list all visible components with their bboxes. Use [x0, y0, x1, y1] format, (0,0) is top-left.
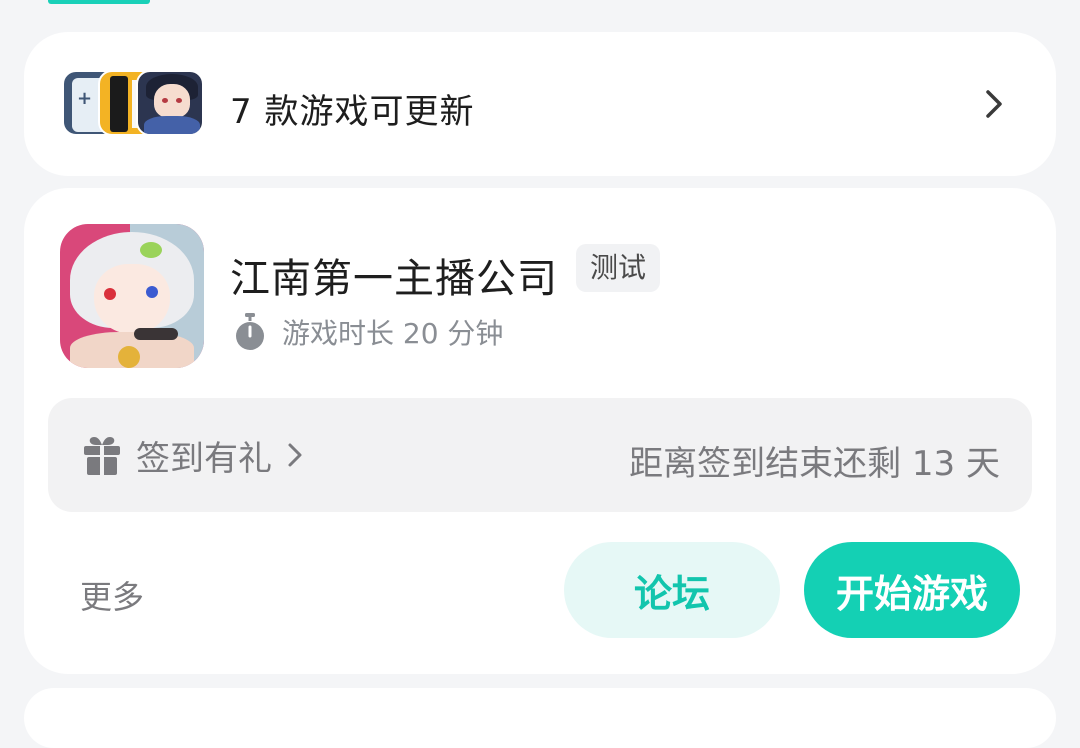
game-icon[interactable] [60, 224, 204, 368]
start-game-button[interactable]: 开始游戏 [804, 542, 1020, 638]
signin-label: 签到有礼 [136, 438, 272, 479]
update-card[interactable]: + 7 款游戏可更新 [24, 32, 1056, 176]
update-thumbnails: + [62, 70, 204, 138]
timer-icon [236, 313, 264, 350]
forum-button[interactable]: 论坛 [564, 542, 780, 638]
more-link[interactable]: 更多 [80, 572, 144, 618]
playtime-row: 游戏时长 20 分钟 [232, 312, 503, 352]
signin-link[interactable]: 签到有礼 [82, 432, 304, 479]
tab-indicator [48, 0, 150, 4]
test-badge: 测试 [576, 244, 661, 292]
game-card: 江南第一主播公司 测试 游戏时长 20 分钟 签到有礼 距离签到结束还剩 13 … [24, 188, 1056, 674]
update-count-text: 7 款游戏可更新 [230, 92, 475, 132]
chevron-right-icon [986, 90, 1002, 118]
game-thumbnail [136, 70, 204, 136]
next-card [24, 688, 1056, 748]
gift-icon [84, 437, 120, 475]
chevron-right-icon [288, 443, 302, 467]
signin-bar: 签到有礼 距离签到结束还剩 13 天 [48, 398, 1032, 512]
signin-countdown: 距离签到结束还剩 13 天 [629, 444, 1000, 484]
playtime-text: 游戏时长 20 分钟 [282, 317, 504, 350]
game-title: 江南第一主播公司 [230, 256, 558, 302]
